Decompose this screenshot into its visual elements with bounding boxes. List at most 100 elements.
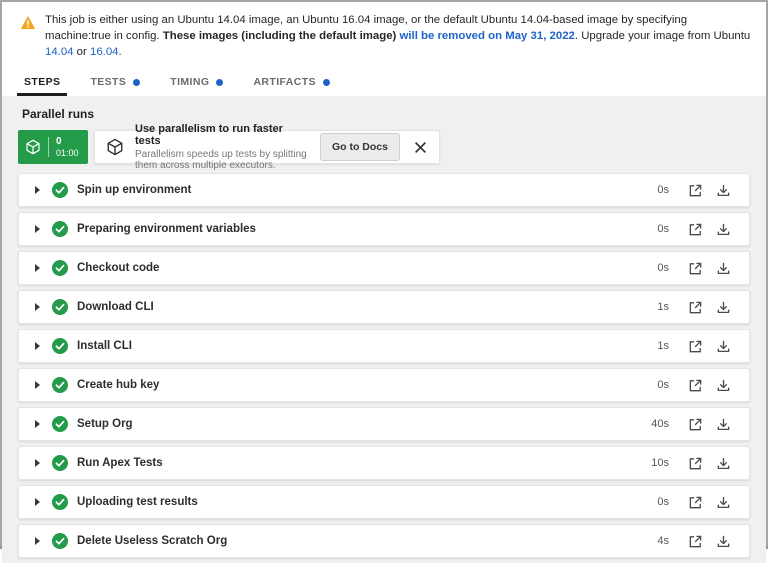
step-row[interactable]: Uploading test results 0s bbox=[18, 485, 750, 519]
expand-caret-icon[interactable] bbox=[35, 498, 40, 506]
deprecation-banner: This job is either using an Ubuntu 14.04… bbox=[2, 2, 766, 64]
warning-triangle-icon bbox=[20, 15, 36, 35]
tab-label: ARTIFACTS bbox=[253, 76, 316, 88]
go-to-docs-button[interactable]: Go to Docs bbox=[320, 133, 400, 161]
step-row[interactable]: Preparing environment variables 0s bbox=[18, 212, 750, 246]
ubuntu-1604-link[interactable]: 16.04 bbox=[90, 46, 119, 58]
run-index: 0 bbox=[56, 136, 79, 148]
badge-divider bbox=[48, 137, 49, 157]
step-row[interactable]: Run Apex Tests 10s bbox=[18, 446, 750, 480]
step-row[interactable]: Download CLI 1s bbox=[18, 290, 750, 324]
tab-item[interactable]: TIMING bbox=[169, 68, 224, 96]
success-check-icon bbox=[52, 260, 68, 276]
close-icon[interactable] bbox=[411, 139, 430, 156]
success-check-icon bbox=[52, 377, 68, 393]
download-icon[interactable] bbox=[709, 493, 737, 512]
parallel-run-badge[interactable]: 0 01:00 bbox=[18, 130, 88, 164]
success-check-icon bbox=[52, 455, 68, 471]
step-row[interactable]: Install CLI 1s bbox=[18, 329, 750, 363]
banner-message: This job is either using an Ubuntu 14.04… bbox=[45, 12, 752, 60]
removal-date-link[interactable]: will be removed on May 31, 2022 bbox=[400, 30, 575, 42]
tab-notification-dot-icon bbox=[216, 79, 223, 86]
open-in-new-window-icon[interactable] bbox=[681, 298, 709, 317]
parallelism-info-subtitle: Parallelism speeds up tests by splitting… bbox=[135, 149, 309, 171]
step-duration: 0s bbox=[643, 496, 669, 508]
step-row[interactable]: Delete Useless Scratch Org 4s bbox=[18, 524, 750, 558]
download-icon[interactable] bbox=[709, 415, 737, 434]
expand-caret-icon[interactable] bbox=[35, 381, 40, 389]
step-label: Uploading test results bbox=[77, 496, 643, 508]
expand-caret-icon[interactable] bbox=[35, 303, 40, 311]
step-duration: 1s bbox=[643, 301, 669, 313]
banner-text-bold: These images (including the default imag… bbox=[163, 30, 400, 42]
open-in-new-window-icon[interactable] bbox=[681, 532, 709, 551]
step-row[interactable]: Setup Org 40s bbox=[18, 407, 750, 441]
expand-caret-icon[interactable] bbox=[35, 186, 40, 194]
step-duration: 0s bbox=[643, 184, 669, 196]
open-in-new-window-icon[interactable] bbox=[681, 337, 709, 356]
step-label: Download CLI bbox=[77, 301, 643, 313]
tab-notification-dot-icon bbox=[133, 79, 140, 86]
expand-caret-icon[interactable] bbox=[35, 264, 40, 272]
download-icon[interactable] bbox=[709, 298, 737, 317]
open-in-new-window-icon[interactable] bbox=[681, 493, 709, 512]
parallel-runs-heading: Parallel runs bbox=[22, 107, 750, 121]
open-in-new-window-icon[interactable] bbox=[681, 220, 709, 239]
parallelism-info-title: Use parallelism to run faster tests bbox=[135, 123, 309, 147]
step-label: Run Apex Tests bbox=[77, 457, 643, 469]
open-in-new-window-icon[interactable] bbox=[681, 454, 709, 473]
step-row[interactable]: Create hub key 0s bbox=[18, 368, 750, 402]
parallelism-cube-icon bbox=[106, 138, 124, 156]
success-check-icon bbox=[52, 533, 68, 549]
success-check-icon bbox=[52, 416, 68, 432]
success-check-icon bbox=[52, 338, 68, 354]
success-check-icon bbox=[52, 182, 68, 198]
expand-caret-icon[interactable] bbox=[35, 459, 40, 467]
download-icon[interactable] bbox=[709, 532, 737, 551]
step-label: Install CLI bbox=[77, 340, 643, 352]
step-duration: 40s bbox=[643, 418, 669, 430]
banner-text-segment: . Upgrade your image from Ubuntu bbox=[575, 30, 750, 42]
download-icon[interactable] bbox=[709, 454, 737, 473]
open-in-new-window-icon[interactable] bbox=[681, 376, 709, 395]
success-check-icon bbox=[52, 299, 68, 315]
expand-caret-icon[interactable] bbox=[35, 342, 40, 350]
step-label: Setup Org bbox=[77, 418, 643, 430]
tab-item[interactable]: ARTIFACTS bbox=[252, 68, 331, 96]
banner-text-segment: or bbox=[74, 46, 90, 58]
parallelism-info-card: Use parallelism to run faster tests Para… bbox=[94, 130, 440, 164]
step-row[interactable]: Spin up environment 0s bbox=[18, 173, 750, 207]
download-icon[interactable] bbox=[709, 220, 737, 239]
step-label: Delete Useless Scratch Org bbox=[77, 535, 643, 547]
expand-caret-icon[interactable] bbox=[35, 225, 40, 233]
open-in-new-window-icon[interactable] bbox=[681, 181, 709, 200]
parallel-runs-row: 0 01:00 Use parallelism to run faster te… bbox=[18, 130, 750, 164]
tab-item[interactable]: TESTS bbox=[89, 68, 141, 96]
steps-panel: Parallel runs 0 01:00 bbox=[2, 96, 766, 563]
expand-caret-icon[interactable] bbox=[35, 537, 40, 545]
tab-label: STEPS bbox=[24, 76, 60, 88]
step-label: Create hub key bbox=[77, 379, 643, 391]
download-icon[interactable] bbox=[709, 376, 737, 395]
job-tabs: STEPS TESTS TIMING ARTIFACTS bbox=[2, 64, 766, 96]
tab-item[interactable]: STEPS bbox=[23, 68, 61, 96]
open-in-new-window-icon[interactable] bbox=[681, 259, 709, 278]
tab-notification-dot-icon bbox=[323, 79, 330, 86]
download-icon[interactable] bbox=[709, 259, 737, 278]
step-duration: 4s bbox=[643, 535, 669, 547]
step-duration: 0s bbox=[643, 223, 669, 235]
tab-label: TESTS bbox=[90, 76, 126, 88]
step-row[interactable]: Checkout code 0s bbox=[18, 251, 750, 285]
download-icon[interactable] bbox=[709, 181, 737, 200]
success-check-icon bbox=[52, 494, 68, 510]
step-duration: 0s bbox=[643, 379, 669, 391]
run-duration: 01:00 bbox=[56, 148, 79, 158]
open-in-new-window-icon[interactable] bbox=[681, 415, 709, 434]
step-duration: 0s bbox=[643, 262, 669, 274]
ubuntu-1404-link[interactable]: 14.04 bbox=[45, 46, 74, 58]
download-icon[interactable] bbox=[709, 337, 737, 356]
parallelism-cube-icon bbox=[25, 139, 41, 155]
expand-caret-icon[interactable] bbox=[35, 420, 40, 428]
banner-text-segment: . bbox=[119, 46, 122, 58]
step-label: Preparing environment variables bbox=[77, 223, 643, 235]
